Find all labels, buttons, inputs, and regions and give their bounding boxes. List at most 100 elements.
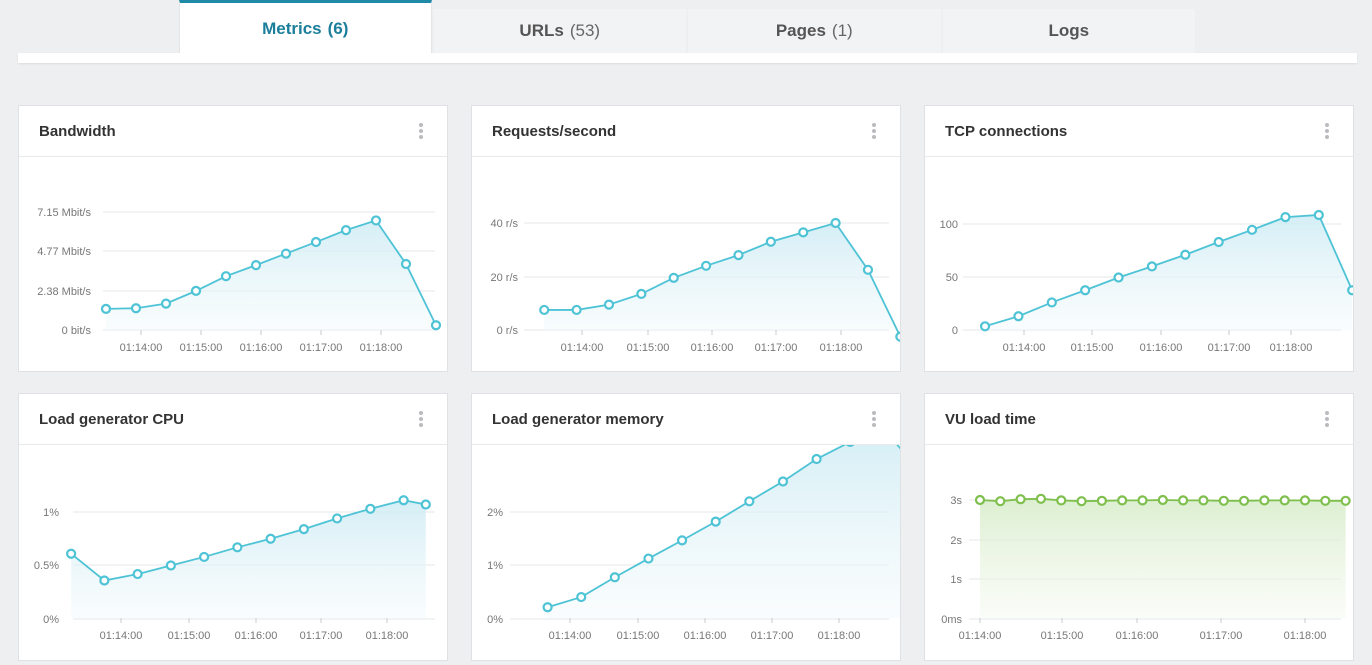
data-point[interactable] [1280, 212, 1291, 223]
y-tick-label: 1% [487, 560, 503, 572]
data-point[interactable] [430, 320, 442, 331]
data-point[interactable] [1046, 297, 1057, 308]
more-options-icon[interactable] [415, 121, 427, 141]
data-point[interactable] [298, 524, 309, 535]
data-point[interactable] [1157, 494, 1168, 506]
data-point[interactable] [1117, 495, 1128, 506]
data-point[interactable] [571, 304, 582, 316]
requests-per-second-card: Requests/second 0 r/s 20 r/s 40 r/s 01:14:0… [471, 105, 901, 372]
data-point[interactable] [265, 533, 276, 544]
x-tick-label: 01:15:00 [180, 342, 223, 354]
tab-logs[interactable]: Logs [942, 9, 1195, 53]
data-point[interactable] [232, 542, 243, 553]
data-point[interactable] [979, 321, 991, 332]
tab-metrics[interactable]: Metrics (6) [179, 0, 432, 54]
data-point[interactable] [160, 298, 172, 309]
data-point[interactable] [1080, 285, 1091, 296]
tab-urls[interactable]: URLs (53) [433, 9, 686, 53]
data-point[interactable] [668, 272, 679, 283]
data-point[interactable] [1013, 311, 1024, 322]
more-options-icon[interactable] [1321, 121, 1333, 141]
data-point[interactable] [1198, 495, 1209, 506]
data-point[interactable] [603, 299, 615, 310]
data-point[interactable] [340, 225, 352, 236]
more-options-icon[interactable] [1321, 409, 1333, 429]
y-tick-label: 2.38 Mbit/s [37, 286, 91, 298]
data-point[interactable] [643, 553, 654, 564]
data-point[interactable] [862, 264, 874, 275]
tab-count: (53) [569, 21, 601, 40]
data-point[interactable] [66, 548, 77, 559]
x-tick-label: 01:17:00 [300, 630, 343, 642]
data-point[interactable] [398, 495, 409, 506]
chart-title: Load generator CPU [39, 410, 185, 428]
data-point[interactable] [1213, 236, 1224, 248]
data-point[interactable] [701, 260, 712, 271]
data-point[interactable] [846, 445, 855, 448]
tab-label: URLs [519, 21, 564, 40]
data-point[interactable] [539, 304, 550, 316]
data-point[interactable] [798, 227, 809, 238]
data-point[interactable] [636, 288, 647, 299]
more-options-icon[interactable] [415, 409, 427, 429]
data-point[interactable] [99, 575, 110, 586]
data-point[interactable] [830, 217, 841, 229]
data-point[interactable] [1279, 495, 1290, 506]
data-point[interactable] [676, 535, 688, 546]
data-point[interactable] [1076, 496, 1087, 507]
data-point[interactable] [895, 331, 900, 342]
data-point[interactable] [100, 303, 112, 314]
data-point[interactable] [576, 591, 587, 603]
data-point[interactable] [250, 260, 262, 271]
data-point[interactable] [542, 602, 553, 613]
data-point[interactable] [1218, 495, 1229, 506]
data-point[interactable] [310, 236, 322, 248]
y-tick-label: 0ms [941, 614, 962, 626]
data-point[interactable] [370, 215, 382, 226]
data-point[interactable] [765, 236, 776, 247]
data-point[interactable] [1238, 495, 1250, 506]
tcp-connections-card: TCP connections 0 50 100 01:14:00 01:15:00 01… [924, 105, 1354, 372]
data-point[interactable] [811, 453, 822, 465]
data-point[interactable] [190, 285, 202, 296]
data-point[interactable] [420, 499, 431, 510]
data-point[interactable] [132, 568, 143, 580]
data-point[interactable] [1137, 495, 1148, 506]
data-point[interactable] [220, 271, 232, 282]
data-point[interactable] [332, 513, 343, 524]
data-point[interactable] [710, 516, 721, 527]
data-point[interactable] [1259, 495, 1270, 506]
data-point[interactable] [777, 476, 789, 487]
more-options-icon[interactable] [868, 409, 880, 429]
data-point[interactable] [974, 494, 986, 506]
data-point[interactable] [1340, 495, 1351, 506]
data-point[interactable] [365, 503, 376, 514]
data-point[interactable] [280, 248, 292, 259]
data-point[interactable] [165, 560, 176, 571]
data-point[interactable] [400, 258, 412, 270]
chart-title: Load generator memory [492, 410, 664, 428]
tab-pages[interactable]: Pages (1) [688, 9, 941, 53]
data-point[interactable] [1178, 495, 1189, 506]
data-point[interactable] [609, 572, 620, 583]
data-point[interactable] [1347, 285, 1353, 296]
data-point[interactable] [1015, 494, 1026, 505]
data-point[interactable] [199, 551, 210, 563]
data-point[interactable] [744, 496, 755, 507]
data-point[interactable] [1246, 224, 1258, 235]
data-point[interactable] [1056, 495, 1067, 506]
data-point[interactable] [1146, 261, 1158, 272]
data-point[interactable] [1180, 249, 1191, 260]
data-point[interactable] [1299, 495, 1311, 506]
x-tick-label: 01:18:00 [366, 630, 409, 642]
data-point[interactable] [1320, 495, 1331, 506]
data-point[interactable] [733, 249, 744, 261]
data-point[interactable] [1113, 272, 1124, 283]
data-point[interactable] [130, 303, 142, 314]
data-point[interactable] [1313, 209, 1324, 221]
data-point[interactable] [995, 496, 1006, 507]
card-header: Load generator memory [472, 394, 900, 445]
data-point[interactable] [1035, 493, 1047, 504]
data-point[interactable] [1096, 495, 1107, 506]
more-options-icon[interactable] [868, 121, 880, 141]
